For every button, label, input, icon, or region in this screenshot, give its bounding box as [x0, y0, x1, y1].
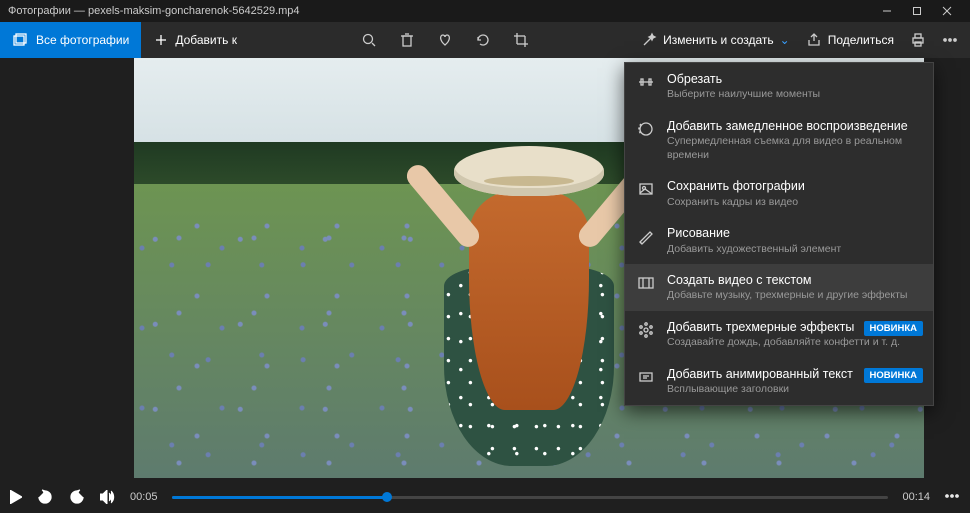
- magic-icon: [641, 32, 657, 48]
- menu-sub: Всплывающие заголовки: [667, 383, 921, 397]
- all-photos-button[interactable]: Все фотографии: [0, 22, 141, 58]
- menu-sub: Создавайте дождь, добавляйте конфетти и …: [667, 336, 921, 350]
- collection-icon: [12, 32, 28, 48]
- timeline-slider[interactable]: [172, 496, 889, 499]
- plus-icon: [153, 32, 169, 48]
- share-button[interactable]: Поделиться: [806, 32, 894, 48]
- new-badge: НОВИНКА: [864, 321, 923, 336]
- delete-icon[interactable]: [399, 32, 415, 48]
- skip-forward-button[interactable]: 30: [68, 488, 86, 506]
- add-to-label: Добавить к: [175, 33, 237, 47]
- titlebar: Фотографии — pexels-maksim-goncharenok-5…: [0, 0, 970, 22]
- menu-title: Добавить замедленное воспроизведение: [667, 118, 921, 134]
- current-time: 00:05: [130, 491, 158, 503]
- menu-sub: Сохранить кадры из видео: [667, 196, 921, 210]
- effects-3d-icon: [637, 321, 655, 344]
- favorite-icon[interactable]: [437, 32, 453, 48]
- player-controls: 10 30 00:05 00:14: [0, 481, 970, 513]
- menu-item-3d-effects[interactable]: Добавить трехмерные эффектыСоздавайте до…: [625, 311, 933, 358]
- slowmo-icon: [637, 120, 655, 143]
- edit-create-label: Изменить и создать: [663, 33, 774, 47]
- rotate-icon[interactable]: [475, 32, 491, 48]
- share-label: Поделиться: [828, 33, 894, 47]
- minimize-button[interactable]: [872, 0, 902, 22]
- crop-icon[interactable]: [513, 32, 529, 48]
- svg-text:30: 30: [74, 496, 81, 502]
- menu-title: Создать видео с текстом: [667, 272, 921, 288]
- more-icon[interactable]: [942, 32, 958, 48]
- menu-item-draw[interactable]: Рисование Добавить художественный элемент: [625, 217, 933, 264]
- window-title: Фотографии — pexels-maksim-goncharenok-5…: [8, 5, 872, 17]
- menu-item-trim[interactable]: ОбрезатьВыберите наилучшие моменты: [625, 63, 933, 110]
- skip-back-button[interactable]: 10: [36, 488, 54, 506]
- toolbar: Все фотографии Добавить к Изменить и соз…: [0, 22, 970, 58]
- share-icon: [806, 32, 822, 48]
- close-button[interactable]: [932, 0, 962, 22]
- new-badge: НОВИНКА: [864, 368, 923, 383]
- draw-icon: [637, 227, 655, 250]
- menu-sub: Супермедленная съемка для видео в реальн…: [667, 135, 921, 162]
- save-photos-icon: [637, 180, 655, 203]
- create-video-icon: [637, 274, 655, 297]
- animated-text-icon: [637, 368, 655, 391]
- menu-item-create-video[interactable]: Создать видео с текстомДобавьте музыку, …: [625, 264, 933, 311]
- controls-more-icon[interactable]: [944, 488, 960, 507]
- menu-title: Сохранить фотографии: [667, 178, 921, 194]
- print-icon[interactable]: [910, 32, 926, 48]
- all-photos-label: Все фотографии: [36, 33, 129, 47]
- total-time: 00:14: [902, 491, 930, 503]
- menu-title: Рисование: [667, 225, 921, 241]
- svg-text:10: 10: [42, 496, 49, 502]
- menu-sub: Добавьте музыку, трехмерные и другие эфф…: [667, 289, 921, 303]
- menu-item-animated-text[interactable]: Добавить анимированный текстВсплывающие …: [625, 358, 933, 405]
- menu-title: Обрезать: [667, 71, 921, 87]
- menu-item-slowmo[interactable]: Добавить замедленное воспроизведениеСупе…: [625, 110, 933, 171]
- zoom-icon[interactable]: [361, 32, 377, 48]
- maximize-button[interactable]: [902, 0, 932, 22]
- menu-sub: Выберите наилучшие моменты: [667, 88, 921, 102]
- play-button[interactable]: [10, 490, 22, 504]
- add-to-button[interactable]: Добавить к: [141, 32, 249, 48]
- edit-create-menu: ОбрезатьВыберите наилучшие моменты Добав…: [624, 62, 934, 406]
- menu-sub: Добавить художественный элемент: [667, 243, 921, 257]
- trim-icon: [637, 73, 655, 96]
- volume-button[interactable]: [100, 490, 116, 504]
- edit-create-button[interactable]: Изменить и создать ⌄: [641, 32, 790, 48]
- chevron-down-icon: ⌄: [780, 33, 790, 47]
- menu-item-save-photos[interactable]: Сохранить фотографии Сохранить кадры из в…: [625, 170, 933, 217]
